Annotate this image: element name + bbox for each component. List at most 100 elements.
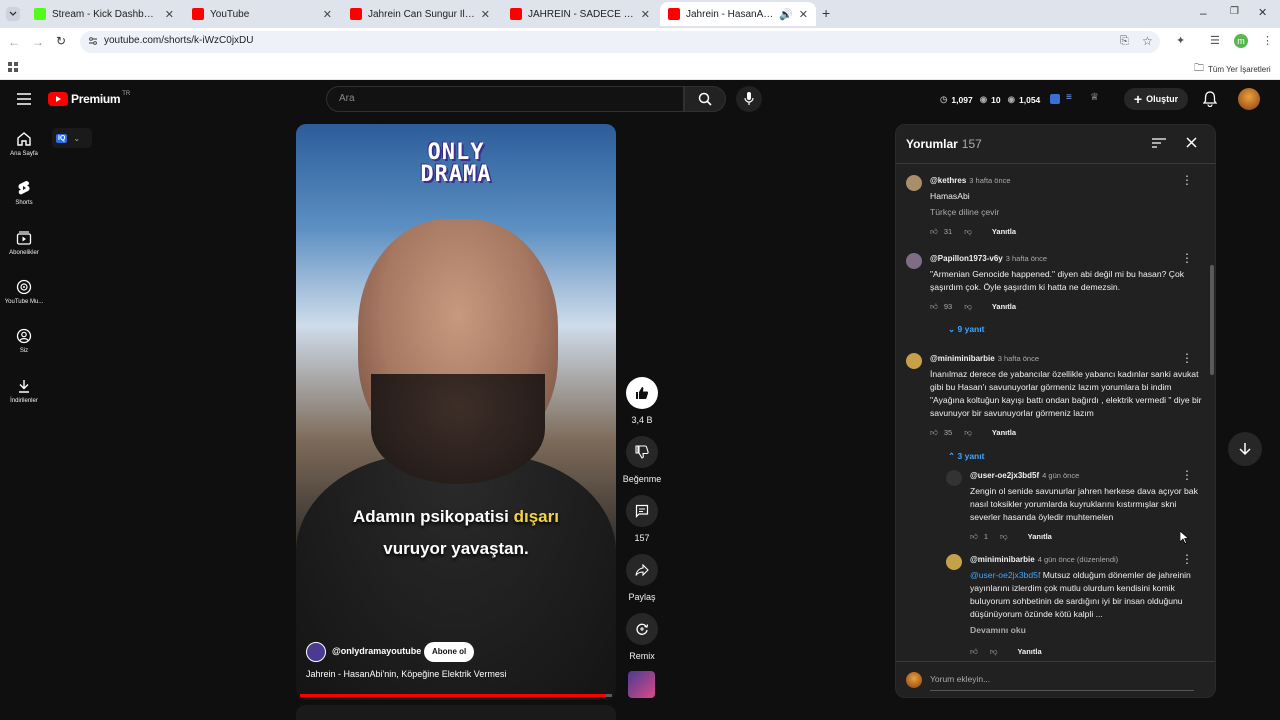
thumbs-down-icon[interactable]: 👎︎	[964, 300, 972, 313]
comment-time[interactable]: 3 hafta önce	[1006, 254, 1047, 263]
minimize-button[interactable]: –	[1200, 6, 1207, 20]
avatar[interactable]	[946, 554, 962, 570]
show-replies-button[interactable]: ⌄ 9 yanıt	[948, 324, 984, 335]
sidebar-item-you[interactable]: Siz	[0, 328, 48, 354]
scrollbar-thumb[interactable]	[1210, 265, 1214, 375]
browser-menu-icon[interactable]: ⋮	[1262, 34, 1273, 47]
comment-author[interactable]: @kethres	[930, 176, 966, 185]
notifications-bell-icon[interactable]	[1203, 91, 1217, 107]
sidebar-item-youtube-music[interactable]: YouTube Mu...	[0, 279, 48, 305]
tab-youtube[interactable]: YouTube ✕	[184, 2, 340, 26]
reply-button[interactable]: Yanıtla	[992, 426, 1016, 439]
dislike-action[interactable]: Beğenme	[622, 436, 662, 484]
avatar[interactable]	[906, 175, 922, 191]
site-info-icon[interactable]	[88, 36, 98, 46]
tab-jahrein-can-sungur[interactable]: Jahrein Can Sungur İle Geçmişt ✕	[342, 2, 498, 26]
share-action[interactable]: Paylaş	[622, 554, 662, 602]
add-comment-input[interactable]: Yorum ekleyin...	[930, 674, 990, 684]
sidebar-item-subscriptions[interactable]: Abonelikler	[0, 230, 48, 256]
thumbs-up-icon[interactable]: 👍︎	[930, 225, 938, 238]
video-title[interactable]: Jahrein - HasanAbi'nin, Köpeğine Elektri…	[306, 669, 506, 679]
extensions-icon[interactable]: ✦	[1176, 34, 1185, 47]
extension-icon[interactable]	[1050, 94, 1060, 104]
thumbs-down-icon[interactable]: 👎︎	[1000, 530, 1008, 543]
new-tab-button[interactable]: +	[822, 5, 830, 21]
search-input[interactable]: Ara	[326, 86, 684, 112]
user-avatar[interactable]	[1238, 88, 1260, 110]
reply-button[interactable]: Yanıtla	[1017, 645, 1041, 658]
hamburger-menu-icon[interactable]	[17, 93, 31, 105]
comments-button[interactable]	[626, 495, 658, 527]
more-options-icon[interactable]: ⋮	[1181, 251, 1193, 265]
avatar[interactable]	[906, 353, 922, 369]
remix-action[interactable]: Remix	[622, 613, 662, 661]
back-arrow-icon[interactable]: ←	[8, 35, 20, 49]
thumbs-up-icon[interactable]: 👍︎	[930, 300, 938, 313]
reply-time[interactable]: 4 gün önce (düzenlendi)	[1038, 555, 1118, 564]
reply-time[interactable]: 4 gün önce	[1042, 471, 1079, 480]
avatar[interactable]	[946, 470, 962, 486]
comment-author[interactable]: @miniminibarbie	[930, 354, 995, 363]
close-window-button[interactable]: ✕	[1258, 6, 1267, 19]
sidebar-item-shorts[interactable]: Shorts	[0, 180, 48, 206]
comment-time[interactable]: 3 hafta önce	[969, 176, 1010, 185]
more-options-icon[interactable]: ⋮	[1181, 173, 1193, 187]
shorts-video-player[interactable]: ONLY DRAMA Adamın psikopatisi dışarı vur…	[296, 124, 616, 700]
hide-replies-button[interactable]: ⌃ 3 yanıt	[948, 451, 984, 462]
thumbs-up-icon[interactable]: 👍︎	[970, 645, 978, 658]
restore-button[interactable]: ❐	[1230, 6, 1239, 17]
subscribe-button[interactable]: Abone ol	[424, 642, 475, 662]
reply-author[interactable]: @miniminibarbie	[970, 555, 1035, 564]
comment-time[interactable]: 3 hafta önce	[998, 354, 1039, 363]
more-options-icon[interactable]: ⋮	[1181, 468, 1193, 482]
close-icon[interactable]	[1186, 137, 1197, 148]
thumbs-down-icon[interactable]: 👎︎	[964, 426, 972, 439]
more-options-icon[interactable]: ⋮	[1181, 351, 1193, 365]
youtube-premium-logo[interactable]: Premium TR	[48, 91, 130, 106]
search-button[interactable]	[684, 86, 726, 112]
create-button[interactable]: + Oluştur	[1124, 88, 1188, 110]
comments-action[interactable]: 157	[622, 495, 662, 543]
apps-grid-icon[interactable]	[8, 62, 18, 72]
profile-avatar[interactable]: m	[1234, 34, 1248, 48]
video-progress-bar[interactable]	[300, 694, 612, 697]
sidebar-item-downloads[interactable]: İndirilenler	[0, 378, 48, 404]
close-tab-icon[interactable]: ✕	[481, 8, 490, 21]
avatar[interactable]	[906, 253, 922, 269]
dislike-button[interactable]	[626, 436, 658, 468]
all-bookmarks-folder[interactable]: 🗀 Tüm Yer İşaretleri	[1194, 61, 1271, 78]
share-button[interactable]	[626, 554, 658, 586]
tab-active-video[interactable]: Jahrein - HasanAbi'nin, Köp 🔊 ✕	[660, 2, 816, 26]
tab-jahrein-sadece-enes[interactable]: JAHREİN - SADECE ENES "JAHR ✕	[502, 2, 658, 26]
tab-kick-dashboard[interactable]: Stream - Kick Dashboard ✕	[26, 2, 182, 26]
thumbs-down-icon[interactable]: 👎︎	[964, 225, 972, 238]
close-tab-icon[interactable]: ✕	[799, 8, 808, 21]
forward-arrow-icon[interactable]: →	[32, 35, 44, 49]
close-tab-icon[interactable]: ✕	[641, 8, 650, 21]
comment-author[interactable]: @Papillon1973-v6y	[930, 254, 1003, 263]
reply-button[interactable]: Yanıtla	[1028, 530, 1052, 543]
thumbs-down-icon[interactable]: 👎︎	[990, 645, 998, 658]
speaker-icon[interactable]: 🔊	[779, 8, 793, 21]
bookmark-star-icon[interactable]: ☆	[1142, 34, 1153, 48]
sidebar-item-home[interactable]: Ana Sayfa	[0, 131, 48, 157]
more-options-icon[interactable]: ⋮	[1181, 552, 1193, 566]
sort-icon[interactable]	[1152, 138, 1166, 148]
thumbs-up-icon[interactable]: 👍︎	[970, 530, 978, 543]
channel-name[interactable]: @onlydramayoutube	[332, 646, 421, 656]
next-short-preview[interactable]	[296, 705, 616, 720]
read-more-link[interactable]: Devamını oku	[970, 624, 1202, 637]
trophy-icon[interactable]: ♕	[1090, 92, 1099, 103]
tab-search-button[interactable]	[6, 7, 20, 21]
reply-button[interactable]: Yanıtla	[992, 225, 1016, 238]
next-video-button[interactable]	[1228, 432, 1262, 466]
translate-link[interactable]: Türkçe diline çevir	[930, 206, 1190, 219]
like-button[interactable]	[626, 377, 658, 409]
reload-icon[interactable]: ↻	[56, 34, 66, 48]
list-extension-icon[interactable]: ≡	[1066, 92, 1072, 103]
close-tab-icon[interactable]: ✕	[323, 8, 332, 21]
extension-dropdown[interactable]: IQ ⌄	[52, 128, 92, 148]
voice-search-button[interactable]	[736, 86, 762, 112]
like-action[interactable]: 3,4 B	[622, 377, 662, 425]
thumbs-up-icon[interactable]: 👍︎	[930, 426, 938, 439]
